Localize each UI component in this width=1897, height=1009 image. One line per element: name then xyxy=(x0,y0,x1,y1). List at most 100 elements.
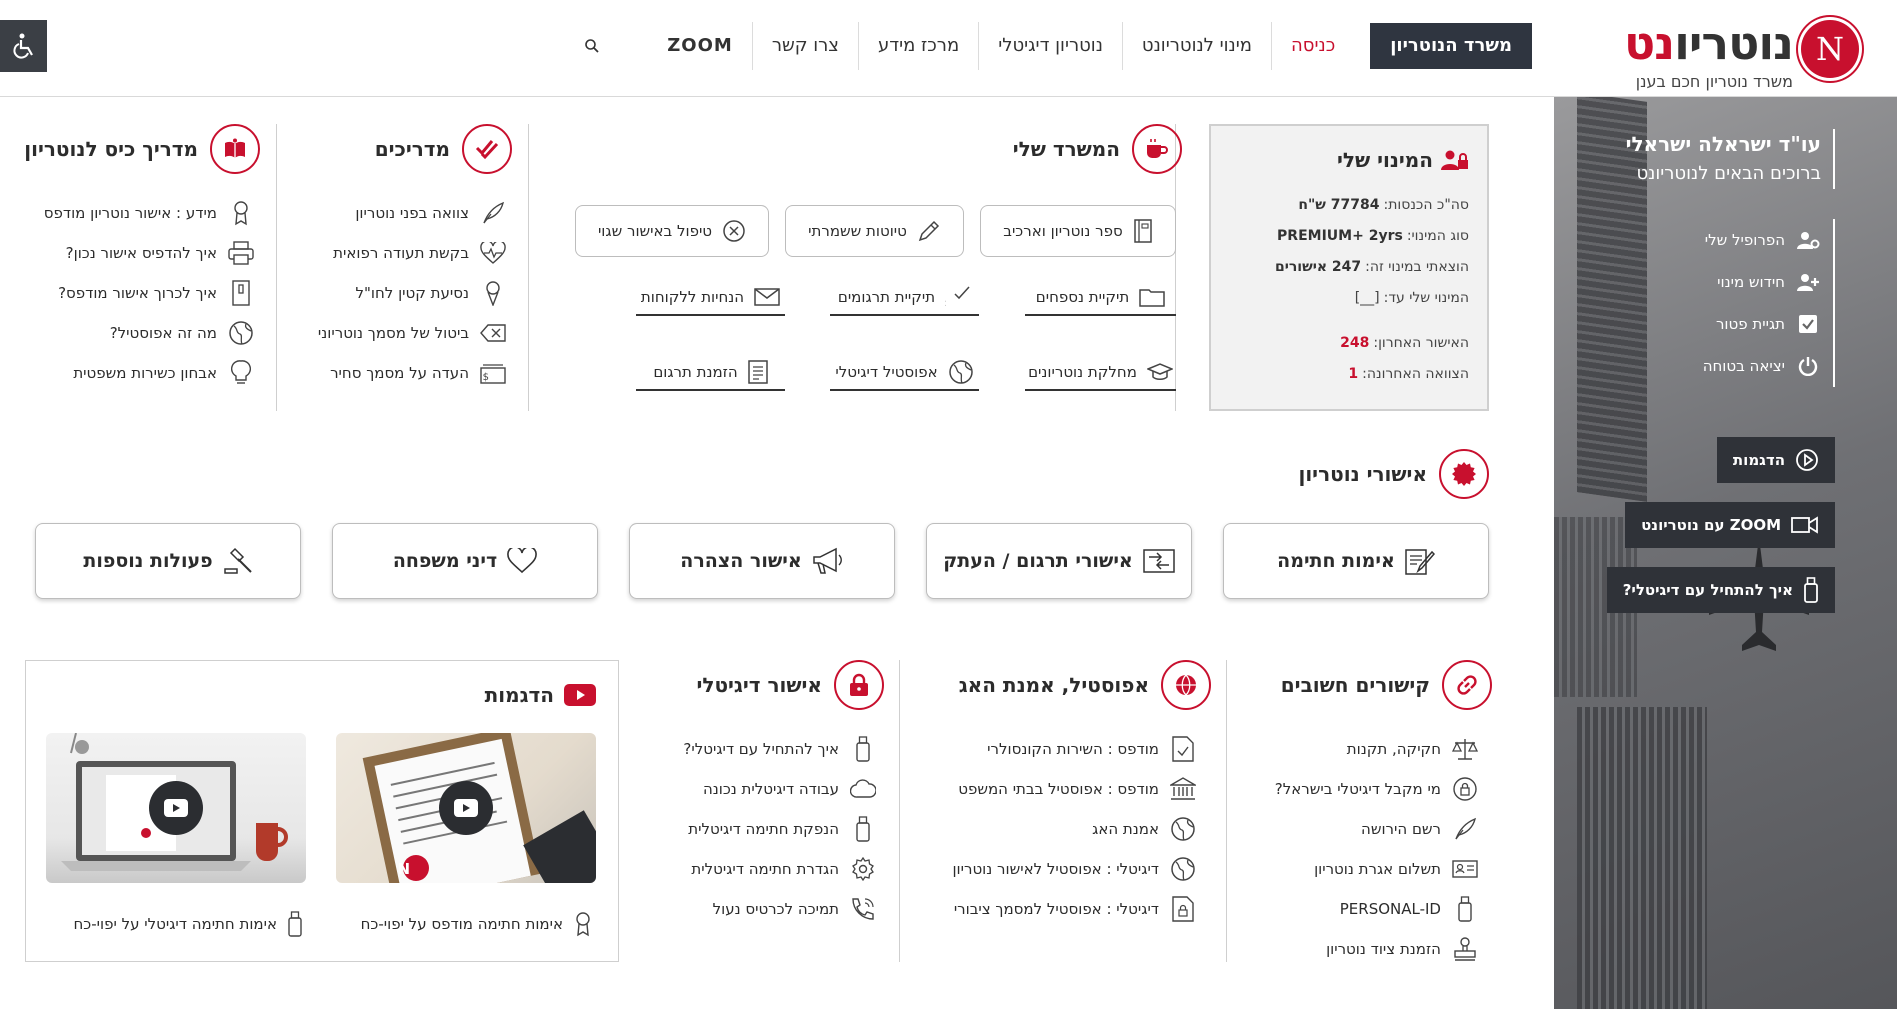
guides-list: צוואה בפני נוטריון בקשת תעודה רפואית נסי… xyxy=(318,193,507,393)
main-nav: משרד הנוטריון כניסה מינוי לנוטריונט נוטר… xyxy=(584,22,1532,70)
start-digital-button[interactable]: איך להתחיל עם דיגיטלי? xyxy=(1606,567,1835,613)
more-actions-card[interactable]: פעולות נוספות xyxy=(35,523,301,599)
demo-caption-digital[interactable]: אימות חתימה דיגיטלי על יפוי-כח xyxy=(74,911,304,937)
list-item[interactable]: מידע : אישור נוטריון מודפס xyxy=(44,193,255,233)
video-thumbnail-digital[interactable] xyxy=(46,733,306,883)
video-thumbnail-printed[interactable]: N xyxy=(336,733,596,883)
bg-building xyxy=(1577,707,1707,1009)
list-item[interactable]: $ העדה על מסמך סחיר xyxy=(318,353,507,393)
globe-icon xyxy=(948,359,974,385)
digital-approval-title: אישור דיגיטלי xyxy=(696,673,822,697)
wrong-approval-button[interactable]: טיפול באישור שגוי xyxy=(575,205,769,257)
lock-icon xyxy=(834,660,884,710)
digital-approval-header: אישור דיגיטלי xyxy=(696,660,884,710)
apostille-title: אפוסטיל, אמנת האג xyxy=(958,673,1149,697)
folder-icon xyxy=(1139,287,1165,307)
declaration-card[interactable]: אישור הצהרה xyxy=(629,523,895,599)
delete-key-icon xyxy=(479,320,507,346)
translation-copy-card[interactable]: אישורי תרגום / העתק xyxy=(926,523,1192,599)
play-icon[interactable] xyxy=(149,781,203,835)
list-item[interactable]: הגדרת חתימה דיגיטלית xyxy=(683,849,877,889)
user-sidebar: עו"ד ישראלה ישראלי ברוכים הבאים לנוטריונ… xyxy=(1554,97,1897,1009)
family-law-card[interactable]: דיני משפחה xyxy=(332,523,598,599)
translate-arrows-icon xyxy=(1143,547,1175,575)
envelope-icon xyxy=(754,288,780,306)
list-item[interactable]: איך להדפיס אישור נכון? xyxy=(44,233,255,273)
zoom-button[interactable]: ZOOM עם נוטריונט xyxy=(1625,502,1835,548)
notary-book-button[interactable]: ספר נוטריון וארכיב xyxy=(980,205,1176,257)
sidebar-item-profile[interactable]: הפרופיל שלי xyxy=(1635,219,1833,261)
sidebar-item-logout[interactable]: יציאה בטוחה xyxy=(1635,345,1833,387)
ice-cream-icon xyxy=(479,280,507,306)
lightbulb-icon xyxy=(227,360,255,386)
translations-folder-link[interactable]: abc תיקיית תרגומים xyxy=(830,280,979,316)
nav-zoom[interactable]: ZOOM xyxy=(648,22,752,70)
nav-digital-notary[interactable]: נוטריון דיגיטלי xyxy=(978,22,1122,70)
client-instructions-link[interactable]: הנחיות ללקוחות xyxy=(636,280,785,316)
search-icon[interactable] xyxy=(584,22,648,70)
site-logo[interactable]: N נוטריונט משרד נוטריון חכם בענן xyxy=(1609,14,1859,91)
list-item[interactable]: חקיקה, תקנות xyxy=(1275,729,1479,769)
play-icon[interactable] xyxy=(439,781,493,835)
list-item[interactable]: דיגיטלי : אפוסטיל למסמך ציבורי xyxy=(952,889,1197,929)
appointment-details: סה"כ הכנסות:77784 ש"ח סוג המינוי:PREMIUM… xyxy=(1224,190,1469,390)
list-item[interactable]: אמנת האג xyxy=(952,809,1197,849)
divider xyxy=(899,660,900,962)
apostille-list: מודפס : השירות הקונסולרי מודפס : אפוסטיל… xyxy=(952,729,1197,929)
list-item[interactable]: דיגיטלי : אפוסטיל לאישור נוטריון xyxy=(952,849,1197,889)
list-item[interactable]: בקשת תעודה רפואית xyxy=(318,233,507,273)
notaries-department-link[interactable]: מחלקת נוטריונים xyxy=(1025,355,1176,391)
list-item[interactable]: עבודה דיגיטלית נכונה xyxy=(683,769,877,809)
globe-icon xyxy=(1169,856,1197,882)
list-item[interactable]: הזמנת ציוד נוטריון xyxy=(1275,929,1479,969)
nav-login[interactable]: כניסה xyxy=(1271,22,1354,70)
demo-caption-printed[interactable]: אימות חתימה מודפס על יפוי-כח xyxy=(361,911,593,937)
user-gear-icon xyxy=(1795,229,1821,251)
list-item[interactable]: תמיכה לכרטיס נעול xyxy=(683,889,877,929)
nav-contact[interactable]: צרו קשר xyxy=(751,22,858,70)
accessibility-icon[interactable] xyxy=(0,20,47,72)
list-item[interactable]: תשלום אגרת נוטריון xyxy=(1275,849,1479,889)
divider xyxy=(276,124,277,411)
list-item[interactable]: מי מקבל דיגיטלי בישראל? xyxy=(1275,769,1479,809)
list-item[interactable]: ביטול של מסמך נוטריוני xyxy=(318,313,507,353)
sidebar-item-renew[interactable]: חידוש מינוי xyxy=(1635,261,1833,303)
demos-panel: הדגמות N אימות חתימה מודפס על יפוי-כח אי… xyxy=(25,660,619,962)
appointment-row: הצוואה האחרונה:1 xyxy=(1348,366,1469,382)
cheque-icon: $ xyxy=(479,360,507,386)
list-item[interactable]: איך לכרוך אישור מודפס? xyxy=(44,273,255,313)
welcome-text: ברוכים הבאים לנוטריונט xyxy=(1636,163,1821,184)
user-name: עו"ד ישראלה ישראלי xyxy=(1625,132,1821,156)
approvals-title: אישורי נוטריון xyxy=(1298,462,1427,486)
digital-apostille-link[interactable]: אפוסטיל דיגיטלי xyxy=(830,355,979,391)
quill-pen-icon xyxy=(479,200,507,226)
logo-badge: N xyxy=(1801,20,1859,78)
svg-text:$: $ xyxy=(483,372,489,383)
list-item[interactable]: רשם הירושה xyxy=(1275,809,1479,849)
scales-icon xyxy=(1451,736,1479,762)
guides-header: מדריכים xyxy=(375,124,512,174)
list-item[interactable]: איך להתחיל עם דיגיטלי? xyxy=(683,729,877,769)
nav-info-center[interactable]: מרכז מידע xyxy=(857,22,978,70)
nav-notary-office-button[interactable]: משרד הנוטריון xyxy=(1370,23,1532,69)
document-icon xyxy=(747,360,768,384)
youtube-icon xyxy=(564,684,596,706)
phone-support-icon xyxy=(849,896,877,922)
list-item[interactable]: מודפס : אפוסטיל בבתי המשפט xyxy=(952,769,1197,809)
drafts-button[interactable]: טיוטות ששמרתי xyxy=(785,205,964,257)
list-item[interactable]: מה זה אפוסטיל? xyxy=(44,313,255,353)
list-item[interactable]: צוואה בפני נוטריון xyxy=(318,193,507,233)
logo-wordmark: נוטריונט xyxy=(1624,16,1794,70)
list-item[interactable]: הנפקת חתימה דיגיטלית xyxy=(683,809,877,849)
list-item[interactable]: PERSONAL-ID xyxy=(1275,889,1479,929)
sidebar-item-exemption[interactable]: תגיית פטור xyxy=(1635,303,1833,345)
list-item[interactable]: אבחון כשירות משפטית xyxy=(44,353,255,393)
order-translation-link[interactable]: הזמנת תרגום xyxy=(636,355,785,391)
signature-verification-card[interactable]: אימות חתימה xyxy=(1223,523,1489,599)
list-item[interactable]: נסיעת קטין לחו"ל xyxy=(318,273,507,313)
demos-button[interactable]: הדגמות xyxy=(1716,437,1835,483)
logo-tagline: משרד נוטריון חכם בענן xyxy=(1635,72,1793,91)
attachments-folder-link[interactable]: תיקיית נספחים xyxy=(1025,280,1176,316)
list-item[interactable]: מודפס : השירות הקונסולרי xyxy=(952,729,1197,769)
nav-appointment[interactable]: מינוי לנוטריונט xyxy=(1121,22,1271,70)
